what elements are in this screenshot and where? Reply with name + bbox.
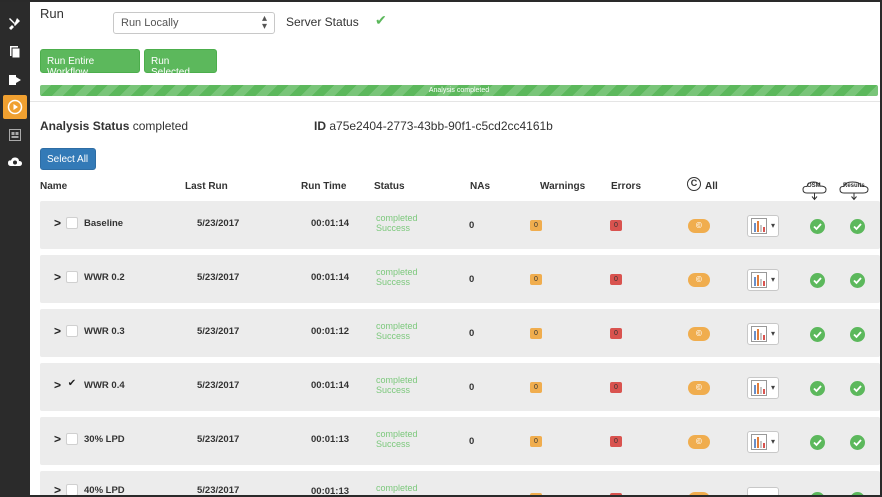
window-frame — [0, 0, 882, 497]
